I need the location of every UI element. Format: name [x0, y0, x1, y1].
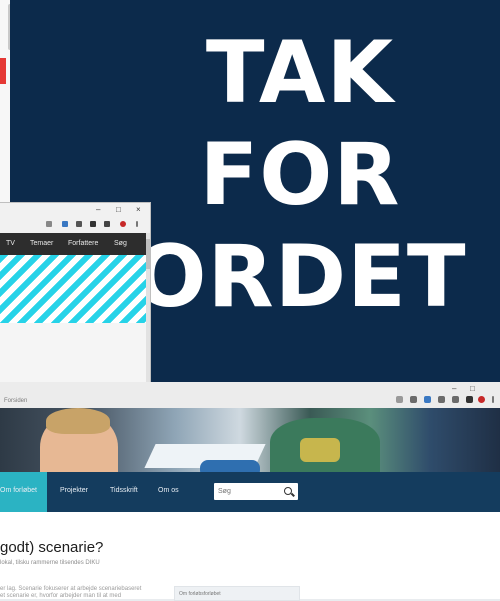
hero-image [0, 408, 500, 472]
hero-child-hair [46, 408, 110, 434]
search-input[interactable] [218, 485, 280, 497]
article-paragraph-line: et scenarie er, hvorfor arbejder man til… [0, 593, 122, 599]
nav-item-projekter[interactable]: Projekter [60, 487, 88, 494]
kebab-menu-icon[interactable] [136, 221, 138, 227]
site-navigation: Om forløbet Projekter Tidsskrift Om os [0, 472, 500, 512]
maximize-button[interactable]: □ [470, 384, 475, 393]
sidebar-box-label: Om forløbsforløbet [179, 591, 221, 597]
article-paragraph-line: er lag. Scenarie fokuserer at arbejde sc… [0, 586, 142, 592]
slide-title-line-1: TAK FOR [199, 23, 401, 225]
extension-icon[interactable] [62, 221, 68, 227]
nav-item-om-forlobet[interactable]: Om forløbet [0, 487, 37, 494]
slide-title-line-2: ORDET [133, 227, 467, 327]
site-nav-bar: TV Temaer Forfattere Søg [0, 233, 146, 255]
minimize-button[interactable]: – [96, 205, 100, 214]
hero-sleeve [200, 460, 260, 472]
close-button[interactable]: × [136, 205, 141, 214]
article-content: godt) scenarie? lokal, tilsku rammerne t… [0, 512, 500, 601]
nav-item-om-os[interactable]: Om os [158, 487, 179, 494]
scrollbar-thumb[interactable] [146, 239, 150, 269]
slide-title: TAK FOR ORDET [90, 22, 500, 328]
star-icon[interactable] [46, 221, 52, 227]
nav-item-tv[interactable]: TV [6, 240, 15, 247]
vertical-scrollbar[interactable] [146, 233, 150, 383]
puzzle-icon[interactable] [452, 396, 459, 403]
nav-item-sog[interactable]: Søg [114, 240, 127, 247]
bookmark-icon[interactable] [438, 396, 445, 403]
download-icon[interactable] [466, 396, 473, 403]
hero-shirt-print [300, 438, 340, 462]
shield-icon[interactable] [76, 221, 82, 227]
browser-chrome: Forsiden – □ [0, 382, 500, 409]
star-icon[interactable] [396, 396, 403, 403]
nav-item-temaer[interactable]: Temaer [30, 240, 53, 247]
secondary-browser-window: – □ × TV Temaer Forfattere Søg [0, 203, 150, 383]
minimize-button[interactable]: – [452, 384, 456, 393]
search-icon[interactable] [284, 487, 292, 495]
article-meta: lokal, tilsku rammerne tilsendes DIKU [0, 560, 100, 566]
puzzle-icon[interactable] [104, 221, 110, 227]
bookmark-icon[interactable] [90, 221, 96, 227]
article-heading: godt) scenarie? [0, 539, 104, 556]
browser-chrome: – □ × [0, 203, 150, 234]
avatar-icon[interactable] [478, 396, 485, 403]
maximize-button[interactable]: □ [116, 205, 121, 214]
search-box[interactable] [214, 483, 298, 500]
red-accent-bar [0, 58, 6, 84]
kebab-menu-icon[interactable] [492, 396, 494, 403]
shield-icon[interactable] [410, 396, 417, 403]
striped-banner [0, 255, 146, 323]
main-browser-window: Forsiden – □ Om forløbet Projekter Tidss… [0, 382, 500, 601]
tab-label[interactable]: Forsiden [4, 398, 27, 404]
avatar-icon[interactable] [120, 221, 126, 227]
nav-item-forfattere[interactable]: Forfattere [68, 240, 98, 247]
nav-item-tidsskrift[interactable]: Tidsskrift [110, 487, 138, 494]
extension-icon[interactable] [424, 396, 431, 403]
